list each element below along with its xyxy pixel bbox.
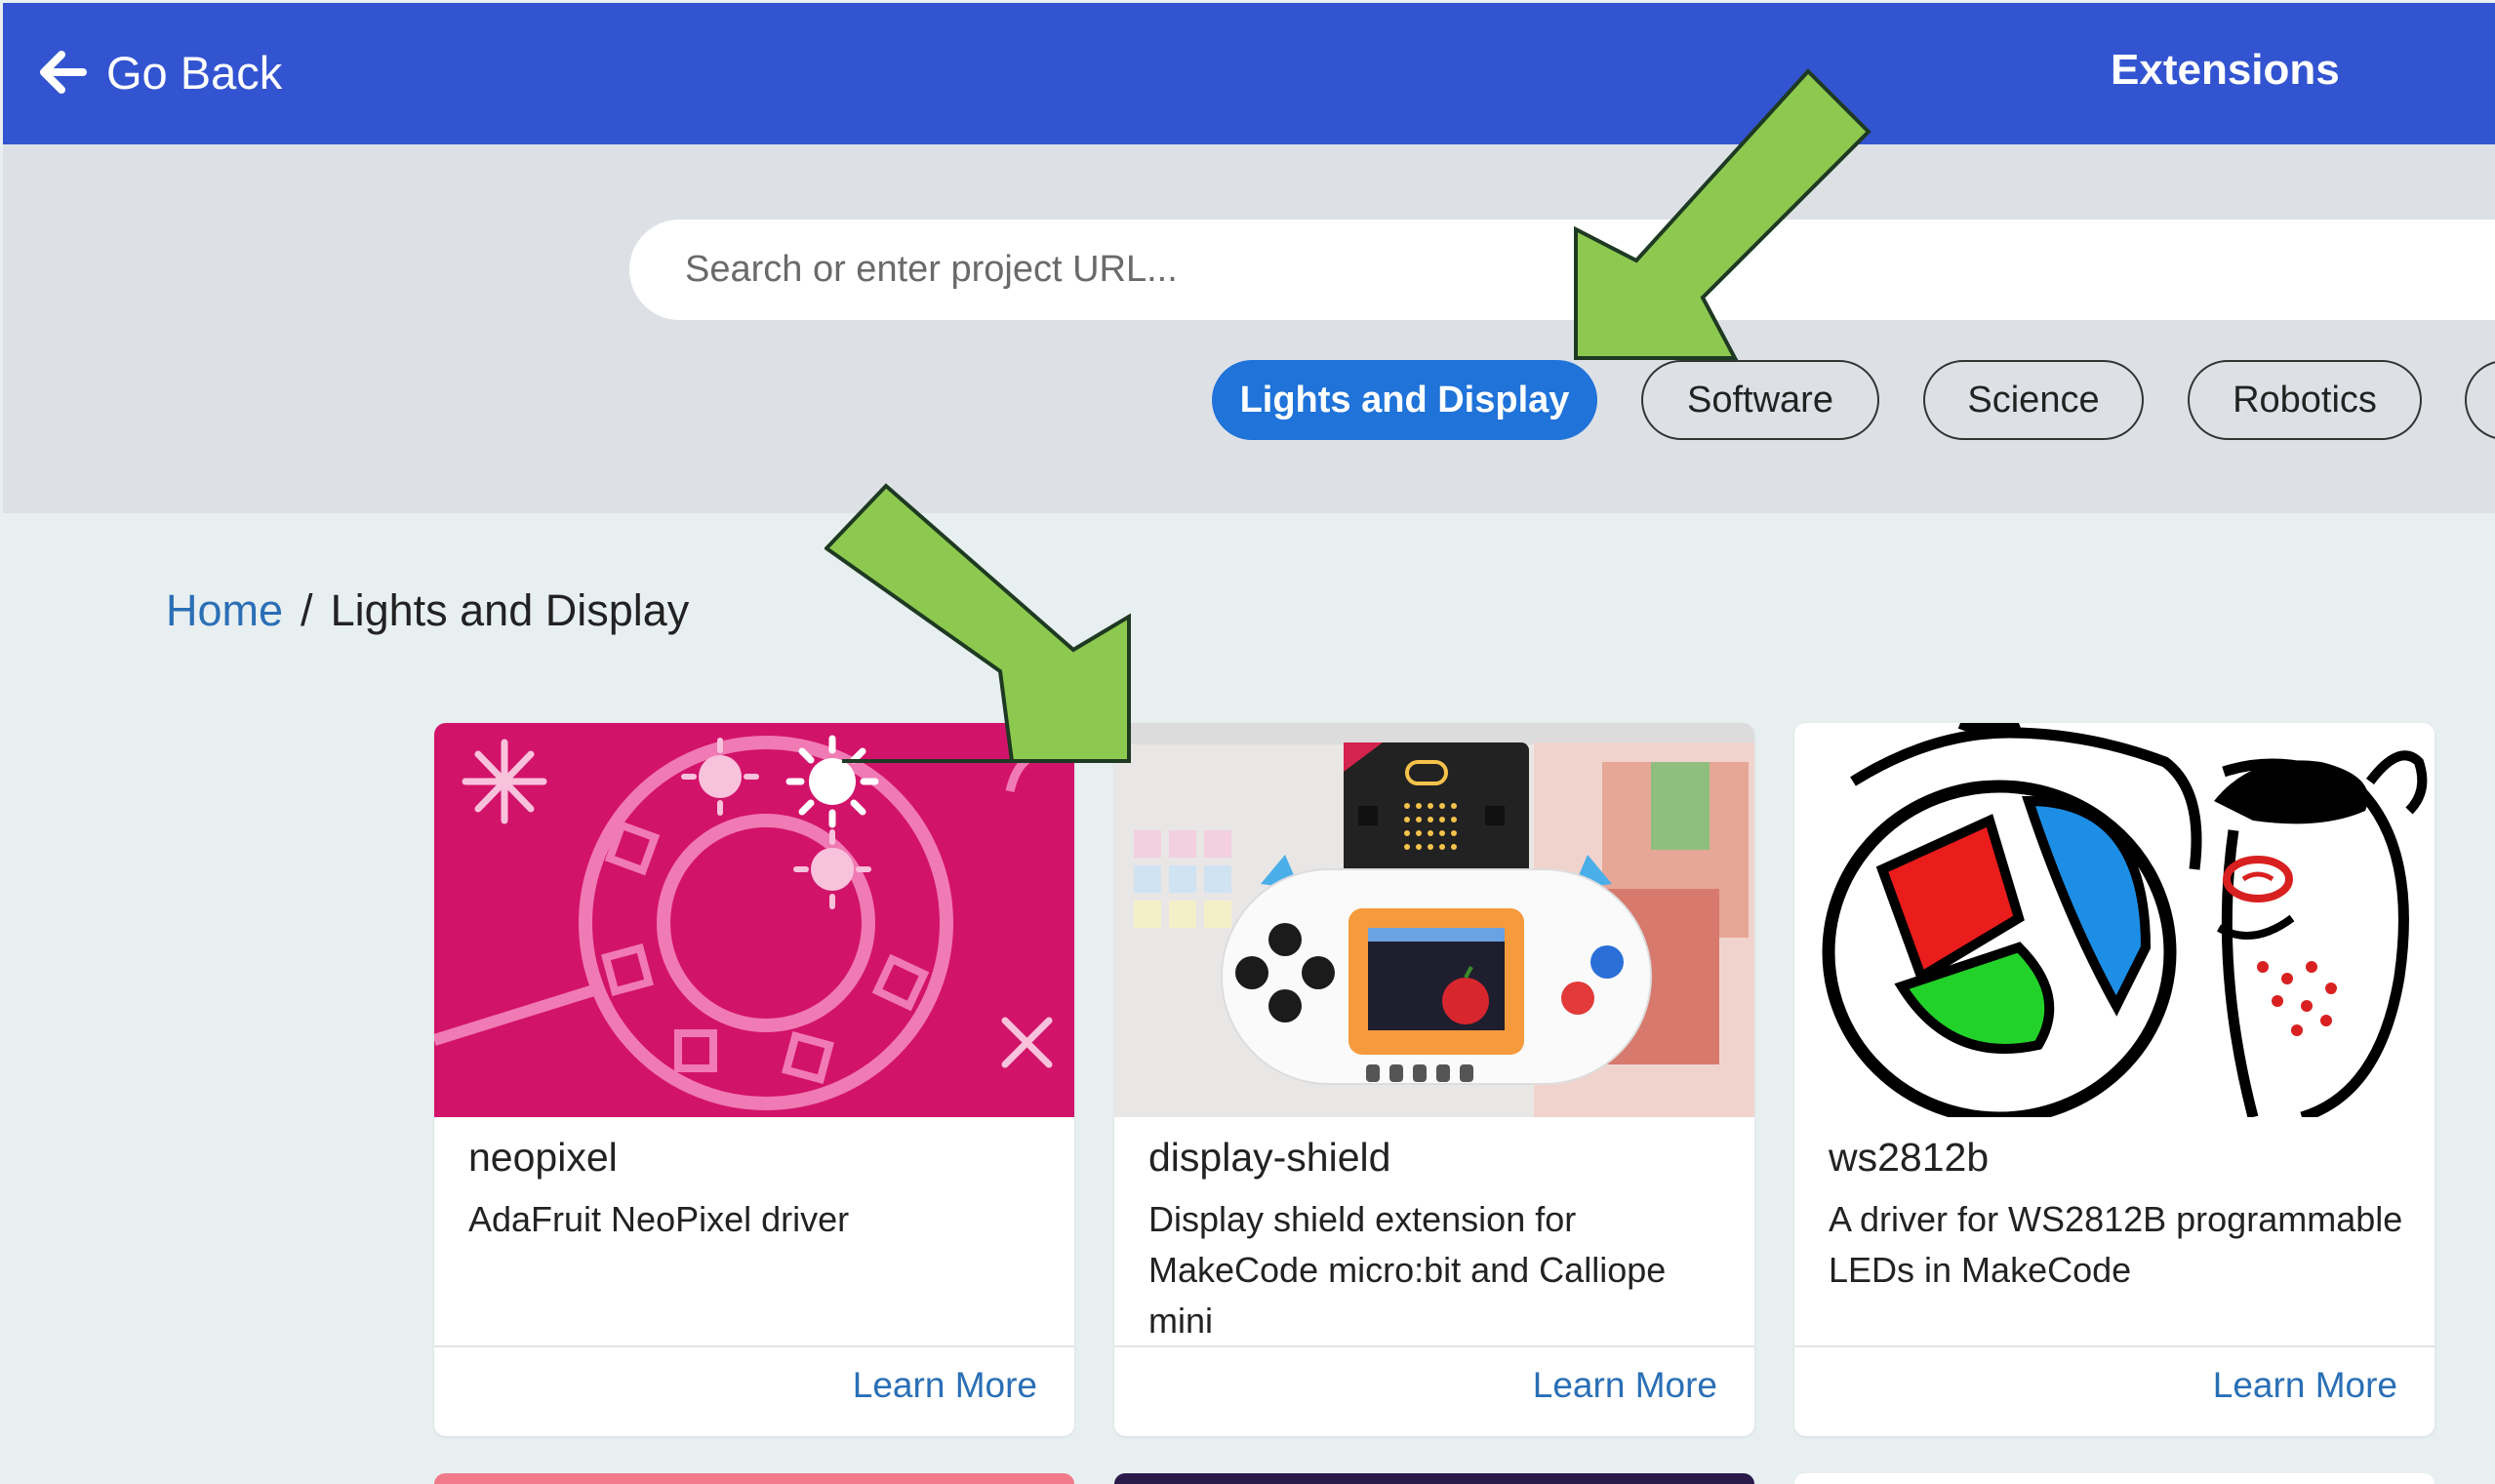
extension-card-partial[interactable] (434, 1473, 1074, 1484)
extension-card-partial[interactable] (1794, 1473, 2435, 1484)
learn-more-link[interactable]: Learn More (2213, 1365, 2397, 1406)
breadcrumb-home-link[interactable]: Home (166, 585, 283, 636)
search-area (3, 144, 2495, 513)
card-description: Display shield extension for MakeCode mi… (1148, 1199, 1667, 1341)
breadcrumb: Home / Lights and Display (166, 585, 689, 636)
display-shield-image (1114, 723, 1754, 1117)
breadcrumb-separator: / (301, 585, 313, 635)
card-footer: Learn More (1794, 1345, 2435, 1436)
annotation-arrow-icon (1574, 68, 1871, 360)
page-title: Extensions (2111, 46, 2340, 94)
learn-more-link[interactable]: Learn More (853, 1365, 1037, 1406)
category-software[interactable]: Software (1641, 360, 1879, 440)
card-footer: Learn More (1114, 1345, 1754, 1436)
arrow-left-icon (40, 51, 87, 94)
card-title: ws2812b (1829, 1135, 1990, 1180)
annotation-arrow-icon (825, 483, 1131, 763)
breadcrumb-current: Lights and Display (330, 585, 690, 635)
extension-card-neopixel[interactable]: neopixel AdaFruit NeoPixel driver Learn … (434, 723, 1074, 1436)
card-footer: Learn More (434, 1345, 1074, 1436)
extension-card-display-shield[interactable]: display-shield Display shield extension … (1114, 723, 1754, 1436)
extension-card-ws2812b[interactable]: ws2812b A driver for WS2812B programmabl… (1794, 723, 2435, 1436)
ws2812b-image (1794, 723, 2435, 1117)
top-bar: Go Back Extensions (3, 3, 2495, 144)
category-robotics[interactable]: Robotics (2188, 360, 2422, 440)
category-lights-and-display[interactable]: Lights and Display (1212, 360, 1597, 440)
card-description: A driver for WS2812B programmable LEDs i… (1829, 1199, 2403, 1290)
card-title: display-shield (1148, 1135, 1391, 1180)
go-back-label: Go Back (106, 46, 283, 99)
card-title: neopixel (468, 1135, 618, 1180)
card-description: AdaFruit NeoPixel driver (468, 1199, 850, 1239)
category-science[interactable]: Science (1923, 360, 2144, 440)
extension-card-partial[interactable] (1114, 1473, 1754, 1484)
neopixel-image (434, 723, 1074, 1117)
learn-more-link[interactable]: Learn More (1533, 1365, 1717, 1406)
go-back-button[interactable]: Go Back (36, 38, 282, 106)
